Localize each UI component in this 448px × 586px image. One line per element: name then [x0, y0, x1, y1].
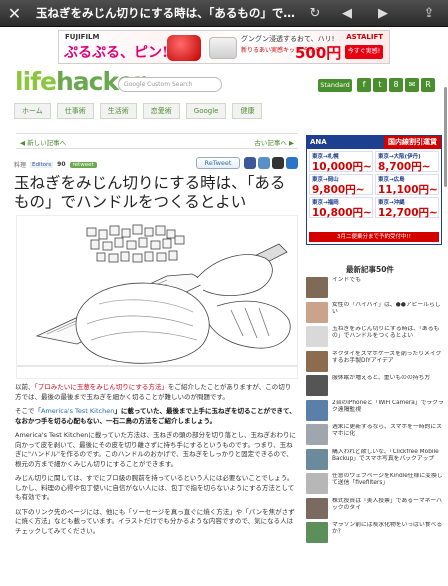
paragraph-3: America's Test Kitchenに載っていた方法は、玉ねぎの頭の部分…	[15, 431, 297, 468]
thumbnail	[306, 326, 328, 347]
article-headline: 玉ねぎをみじん切りにする時は、「あるもの」でハンドルをつくるとよい	[14, 174, 286, 211]
list-item[interactable]: 2台のiPhoneと「WiFi Camera」でラクラク遠隔監視	[306, 399, 444, 422]
thumbnail	[306, 497, 328, 519]
retweet-tag: retweet	[69, 161, 97, 168]
hatena-share-icon[interactable]	[258, 157, 270, 169]
fare-cell: 東京→大阪(伊丹) 8,700円~	[375, 151, 439, 173]
list-item[interactable]: 週末に更新するなら、スマホを一時的にスマホに化	[306, 424, 444, 446]
thumbnail	[306, 350, 328, 372]
close-icon[interactable]: ✕	[6, 5, 23, 22]
list-item[interactable]: ネクタイをスマホケースを剤ったりメイクするお手製DIYアイデア	[306, 350, 444, 373]
share-icon[interactable]: ⇪	[420, 5, 438, 22]
link-americas-test-kitchen[interactable]: America's Test Kitchen	[41, 407, 114, 415]
nav-health[interactable]: 健康	[232, 103, 263, 119]
fare-cell: 東京→岡山 9,800円~	[309, 174, 373, 196]
list-item[interactable]: インドでも	[306, 277, 444, 299]
thumbnail	[306, 448, 328, 470]
category-label[interactable]: 料理	[14, 160, 26, 169]
banner-tagline: ぷるぷる、ピン!	[64, 45, 169, 61]
latest-heading: 最新記事50件	[346, 265, 394, 274]
list-item[interactable]: 玉ねぎをみじん切りにする時は、「あるもの」でハンドルをつくるとよい	[306, 326, 444, 348]
thumbnail	[306, 301, 328, 323]
fare-cell: 東京→沖縄 12,700円~	[375, 197, 439, 219]
banner-logo: ASTALIFT	[346, 33, 383, 41]
nav-love[interactable]: 恋愛術	[142, 103, 180, 119]
next-article-link[interactable]: 古い記事へ ▶	[254, 137, 294, 147]
airline-ad-footer: 3月二便乗分まで予約受付中!!	[309, 232, 439, 242]
thumbnail	[306, 375, 328, 396]
link-onion-article[interactable]: 「プロみたいに玉葱をみじん切りにする方法」	[35, 383, 168, 391]
retweet-button[interactable]: ReTweet	[196, 157, 240, 169]
product-image	[167, 35, 201, 61]
googleplus-icon[interactable]: 8	[389, 78, 403, 92]
fare-grid: 東京→札幌 10,000円~ 東京→大阪(伊丹) 8,700円~ 東京→岡山 9,80…	[307, 149, 441, 220]
source-badge: Editors	[30, 161, 54, 168]
paragraph-1: 以前、「プロみたいに玉葱をみじん切りにする方法」をご紹介したことがありますが、こ…	[15, 383, 292, 401]
onion-chopping-illustration	[17, 224, 297, 367]
list-item[interactable]: 服休眠が増えると、重いものの持ち方	[306, 375, 444, 397]
article-pager: ◀ 新しい記事へ 古い記事へ ▶	[16, 133, 298, 149]
paragraph-4: みじん切りに関しては、すでにプロ級の腕前を持っているという人には必要ないことでし…	[15, 474, 295, 501]
fare-cell: 東京→福岡 10,800円~	[309, 197, 373, 219]
fare-cell: 東京→広島 11,100円~	[375, 174, 439, 196]
thumbnail	[306, 473, 328, 494]
list-item[interactable]: 任意のウェブページをKindle仕様に変換して送信「fivefilters」	[306, 473, 444, 495]
scrollbar[interactable]	[444, 87, 447, 187]
forward-icon[interactable]: ▶	[374, 5, 392, 22]
nav-work[interactable]: 仕事術	[56, 103, 94, 119]
reload-icon[interactable]: ↻	[306, 5, 324, 22]
banner-cta-button[interactable]: 今すぐ実感!	[345, 45, 383, 59]
list-item[interactable]: 株式投資は「美人投票」であるーマネーハックのタイ	[306, 497, 444, 520]
browser-toolbar: ✕ 玉ねぎをみじん切りにする時は、「あるもの」で… ↻ ◀ ▶ ⇪	[0, 0, 448, 27]
back-icon[interactable]: ◀	[338, 5, 356, 22]
search-input[interactable]: Google Custom Search	[118, 77, 222, 92]
paragraph-2: そこで「America's Test Kitchen」に載っていた、最後まで上手…	[15, 407, 296, 425]
list-item[interactable]: 購入われど欲しいな、「Clickfree Mobile Backup」でスマホ写…	[306, 448, 444, 471]
page-title: 玉ねぎをみじん切りにする時は、「あるもの」で…	[36, 6, 295, 20]
nav-google[interactable]: Google	[185, 103, 227, 119]
product-image-2	[209, 37, 237, 59]
edition-button[interactable]: Standard	[318, 79, 352, 92]
airline-ad-header: ANA 国内線割引運賃	[307, 136, 441, 149]
thumbnail	[306, 399, 328, 421]
article-meta: 料理 Editors 90 retweet	[14, 160, 97, 169]
latest-list: インドでも 女性の「バイバイ」は、●●アピールらしい 玉ねぎをみじん切りにする時…	[306, 277, 444, 547]
fare-cell: 東京→札幌 10,000円~	[309, 151, 373, 173]
article-body: 以前、「プロみたいに玉葱をみじん切りにする方法」をご紹介したことがありますが、こ…	[15, 383, 297, 541]
nav-life[interactable]: 生活術	[99, 103, 137, 119]
evernote-share-icon[interactable]	[272, 157, 284, 169]
share-icon-extra[interactable]	[286, 157, 298, 169]
banner-ad[interactable]: FUJIFILM ぷるぷる、ピン! グングン浸透するおて、ハリ! 新りるあい実感…	[58, 30, 390, 64]
banner-price: 500円	[295, 44, 342, 62]
web-page: FUJIFILM ぷるぷる、ピン! グングン浸透するおて、ハリ! 新りるあい実感…	[0, 27, 448, 586]
thumbnail	[306, 424, 328, 445]
rss-icon[interactable]: R	[421, 78, 435, 92]
list-item[interactable]: 女性の「バイバイ」は、●●アピールらしい	[306, 301, 444, 324]
bookmark-count[interactable]: 90	[57, 161, 65, 168]
list-item[interactable]: マラソン前には炭水化物をいっぱい食べるか?	[306, 522, 444, 544]
article-illustration	[16, 215, 298, 379]
nav-home[interactable]: ホーム	[14, 103, 51, 119]
prev-article-link[interactable]: ◀ 新しい記事へ	[20, 137, 66, 147]
paragraph-5: 以下のリンク先のページには、他にも「ソーセージを真っ直ぐに焼く方法」や「パンを焦…	[15, 507, 295, 535]
thumbnail	[306, 522, 328, 543]
twitter-icon[interactable]: t	[373, 78, 387, 92]
airline-ad[interactable]: ANA 国内線割引運賃 東京→札幌 10,000円~ 東京→大阪(伊丹) 8,700円…	[306, 135, 442, 245]
category-nav: ホーム 仕事術 生活術 恋愛術 Google 健康	[14, 103, 263, 119]
facebook-share-icon[interactable]	[244, 157, 256, 169]
thumbnail	[306, 277, 328, 298]
facebook-icon[interactable]: f	[357, 78, 371, 92]
banner-brand: FUJIFILM	[65, 33, 100, 41]
mail-icon[interactable]: ✉	[405, 78, 419, 92]
